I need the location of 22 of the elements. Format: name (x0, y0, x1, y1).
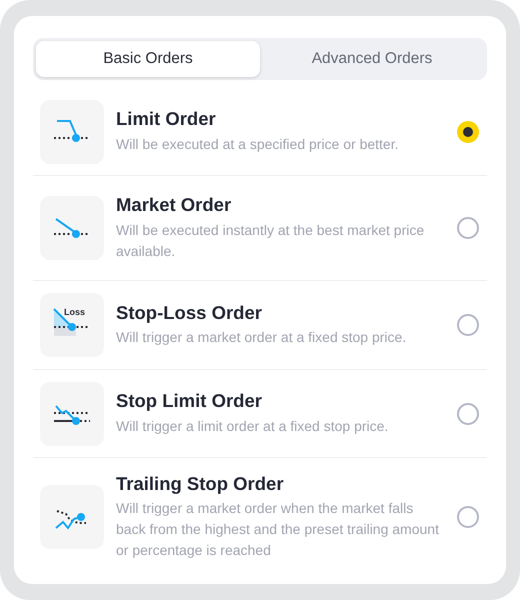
stop-limit-chart-icon (40, 382, 104, 446)
radio-button[interactable] (457, 314, 479, 336)
order-description: Will be executed instantly at the best market price available. (116, 220, 426, 261)
order-description: Will trigger a market order when the market falls back from the highest and the preset trailing amount or percentage is reached (116, 499, 440, 560)
order-title: Stop-Loss Order (116, 302, 263, 324)
market-chart-icon (40, 196, 104, 260)
radio-button[interactable] (457, 506, 479, 528)
order-title: Limit Order (116, 108, 217, 131)
order-title: Market Order (116, 194, 232, 217)
radio-button[interactable] (457, 120, 479, 142)
radio-button[interactable] (457, 217, 479, 239)
limit-chart-icon (40, 100, 104, 164)
order-description: Will trigger a limit order at a fixed stop price. (116, 416, 390, 436)
tab[interactable]: Basic Orders (36, 41, 260, 77)
order-description: Will be executed at a specified price or better. (116, 134, 400, 154)
radio-button[interactable] (457, 402, 479, 424)
loss-chart-icon: Loss (40, 293, 104, 357)
order-description: Will trigger a market order at a fixed stop price. (116, 328, 408, 348)
order-title: Stop Limit Order (116, 390, 263, 413)
trailing-chart-icon (40, 485, 104, 549)
order-title: Trailing Stop Order (116, 472, 285, 496)
tab[interactable]: Advanced Orders (260, 41, 484, 77)
